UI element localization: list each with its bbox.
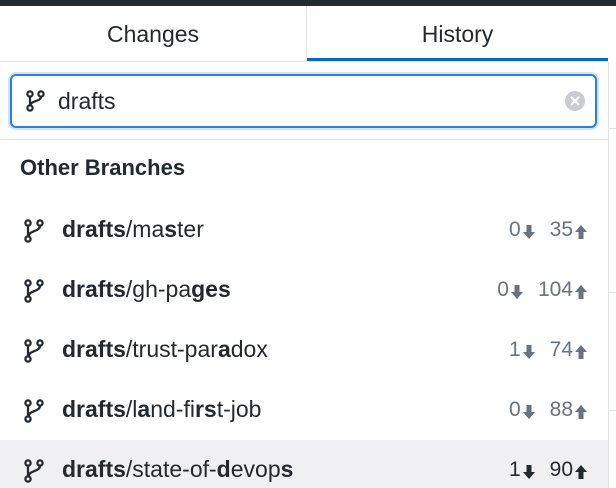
clear-icon[interactable] bbox=[565, 91, 585, 111]
behind-count: 1 bbox=[508, 338, 521, 361]
arrow-down-icon bbox=[522, 402, 536, 419]
ahead-count: 104 bbox=[537, 278, 573, 301]
behind-count: 1 bbox=[508, 458, 521, 481]
ahead-count: 35 bbox=[549, 218, 573, 241]
branch-name-match: ges bbox=[191, 276, 231, 302]
branch-name-match: drafts bbox=[62, 336, 126, 362]
branch-filter-input[interactable] bbox=[58, 84, 548, 118]
branch-icon bbox=[22, 398, 46, 424]
arrow-up-icon bbox=[574, 402, 588, 419]
branch-name-match: s bbox=[280, 456, 294, 482]
branch-name-match: a bbox=[217, 336, 231, 362]
behind-count: 0 bbox=[497, 278, 509, 301]
branch-icon bbox=[22, 458, 46, 484]
arrow-down-icon bbox=[522, 342, 536, 359]
filter-area bbox=[0, 62, 608, 140]
section-header: Other Branches bbox=[20, 155, 186, 180]
branch-name-text: ma bbox=[132, 216, 165, 242]
arrow-up-icon bbox=[574, 462, 588, 479]
arrow-down-icon bbox=[522, 462, 536, 479]
branch-row[interactable]: drafts/land-first-job 0 88 bbox=[0, 380, 608, 440]
branch-icon bbox=[22, 338, 46, 364]
branch-name-match: drafts bbox=[62, 456, 126, 482]
ahead-count: 90 bbox=[549, 458, 573, 481]
branch-row[interactable]: drafts/trust-paradox 1 74 bbox=[0, 320, 608, 380]
tab-bar: Changes History bbox=[0, 6, 616, 62]
branch-name-text: nd-fi bbox=[150, 396, 195, 422]
branch-row[interactable]: drafts/master 0 35 bbox=[0, 200, 608, 260]
tab-changes-label: Changes bbox=[106, 20, 200, 47]
branch-name-text: /trust-par bbox=[125, 336, 218, 362]
branch-list: drafts/master 0 35 drafts/gh-pages 0 104 draft… bbox=[0, 200, 608, 488]
ahead-behind-counts: 0 88 bbox=[509, 398, 588, 422]
branch-name: drafts/gh-pages bbox=[62, 276, 231, 303]
ahead-behind-counts: 1 74 bbox=[509, 338, 588, 362]
branch-name: drafts/state-of-devops bbox=[62, 456, 293, 483]
arrow-up-icon bbox=[574, 282, 588, 299]
ahead-count: 88 bbox=[549, 398, 573, 421]
arrow-down-icon bbox=[522, 222, 536, 239]
ahead-behind-counts: 1 90 bbox=[509, 458, 588, 482]
branch-name-text: evop bbox=[230, 456, 281, 482]
tab-history[interactable]: History bbox=[306, 6, 608, 62]
branch-name-match: drafts bbox=[62, 276, 126, 302]
right-pane-edge bbox=[608, 62, 616, 488]
branch-panel: Changes History drafts Other Branches dr… bbox=[0, 0, 616, 488]
branch-name-match: drafts bbox=[62, 216, 126, 242]
branch-icon bbox=[22, 278, 46, 304]
branch-name-text: ter bbox=[177, 216, 204, 242]
branch-name-text: /gh-pa bbox=[125, 276, 192, 302]
branch-icon bbox=[22, 218, 46, 244]
tab-history-label: History bbox=[421, 20, 494, 47]
ahead-behind-counts: 0 35 bbox=[509, 218, 588, 242]
arrow-down-icon bbox=[510, 282, 524, 299]
branch-name-match: d bbox=[216, 456, 231, 482]
branch-name-text: /l bbox=[125, 396, 138, 422]
ahead-behind-counts: 0 104 bbox=[497, 278, 588, 302]
branch-row[interactable]: drafts/gh-pages 0 104 bbox=[0, 260, 608, 320]
behind-count: 0 bbox=[508, 218, 521, 241]
branch-filter-box bbox=[10, 74, 597, 128]
tab-changes[interactable]: Changes bbox=[0, 6, 306, 62]
branch-name: drafts/master bbox=[62, 216, 204, 243]
branch-icon bbox=[24, 89, 48, 113]
arrow-up-icon bbox=[574, 342, 588, 359]
branch-name-match: a bbox=[137, 396, 151, 422]
ahead-count: 74 bbox=[549, 338, 573, 361]
branch-name-text: /state-of- bbox=[125, 456, 217, 482]
branch-name-text: dox bbox=[230, 336, 268, 362]
branch-name-match: drafts bbox=[62, 396, 126, 422]
branch-name-match: rs bbox=[194, 396, 217, 422]
branch-name-text: t-job bbox=[216, 396, 262, 422]
branch-name: drafts/trust-paradox bbox=[62, 336, 268, 363]
branch-row[interactable]: drafts/state-of-devops 1 90 bbox=[0, 440, 608, 488]
branch-name: drafts/land-first-job bbox=[62, 396, 261, 423]
branch-name-match: s bbox=[164, 216, 178, 242]
arrow-up-icon bbox=[574, 222, 588, 239]
behind-count: 0 bbox=[508, 398, 521, 421]
